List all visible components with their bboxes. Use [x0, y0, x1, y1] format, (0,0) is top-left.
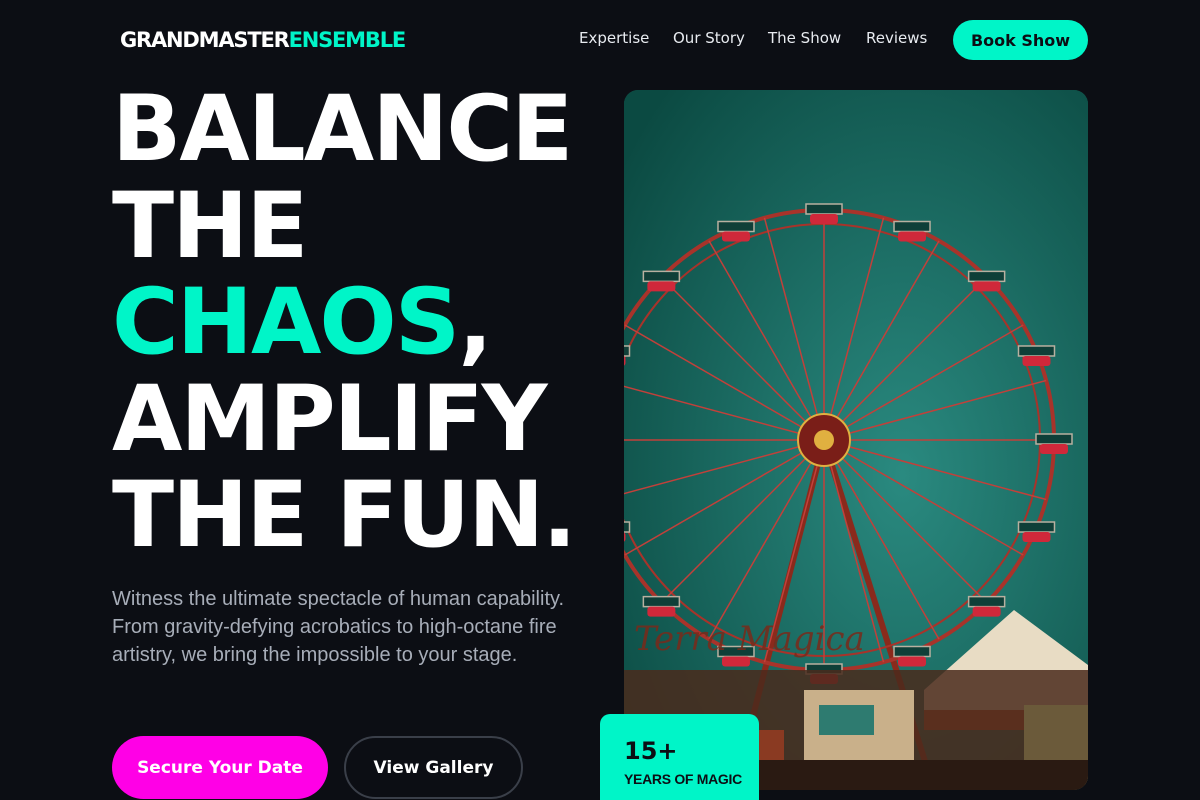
- brand-logo[interactable]: GRANDMASTERENSEMBLE: [120, 27, 407, 53]
- gondola: [967, 270, 1006, 292]
- gondola: [805, 203, 843, 224]
- headline-line-1: BALANCE: [112, 77, 573, 182]
- hero-headline: BALANCE THE CHAOS, AMPLIFY THE FUN.: [112, 77, 632, 568]
- gondola: [893, 645, 931, 667]
- headline-accent-word: CHAOS: [112, 270, 460, 375]
- gondola: [642, 595, 681, 617]
- view-gallery-button[interactable]: View Gallery: [344, 736, 523, 799]
- gondola: [1017, 345, 1056, 366]
- hero-ferris-wheel-image: Terra Magica: [624, 90, 1088, 790]
- gondola: [717, 220, 755, 242]
- top-nav: GRANDMASTERENSEMBLE Expertise Our Story …: [0, 0, 1200, 80]
- headline-line-2: THE: [112, 173, 308, 279]
- years-badge-number: 15+: [624, 737, 678, 765]
- nav-link-the-show[interactable]: The Show: [768, 29, 841, 47]
- nav-link-expertise[interactable]: Expertise: [579, 29, 649, 47]
- logo-text-accent: ENSEMBLE: [288, 28, 407, 52]
- nav-link-reviews[interactable]: Reviews: [866, 29, 927, 47]
- headline-line-5: THE FUN.: [112, 463, 577, 568]
- nav-link-our-story[interactable]: Our Story: [673, 29, 745, 47]
- svg-text:Terra Magica: Terra Magica: [634, 619, 865, 659]
- book-show-button[interactable]: Book Show: [953, 20, 1088, 60]
- landing-page: GRANDMASTERENSEMBLE Expertise Our Story …: [0, 0, 1200, 800]
- years-badge: 15+ YEARS OF MAGIC: [600, 714, 759, 800]
- years-badge-label: YEARS OF MAGIC: [624, 771, 742, 787]
- gondola: [893, 220, 931, 242]
- gondola: [967, 595, 1006, 617]
- headline-comma: ,: [458, 270, 493, 375]
- ferris-wheel-illustration: Terra Magica: [624, 90, 1088, 790]
- headline-line-3: CHAOS,: [112, 274, 632, 372]
- gondola: [1017, 521, 1056, 543]
- secure-your-date-button[interactable]: Secure Your Date: [112, 736, 328, 799]
- hero-description: Witness the ultimate spectacle of human …: [112, 588, 565, 666]
- logo-text-main: GRANDMASTER: [120, 28, 290, 52]
- gondola: [642, 270, 681, 292]
- gondola: [1035, 433, 1073, 454]
- headline-line-4: AMPLIFY: [112, 366, 548, 472]
